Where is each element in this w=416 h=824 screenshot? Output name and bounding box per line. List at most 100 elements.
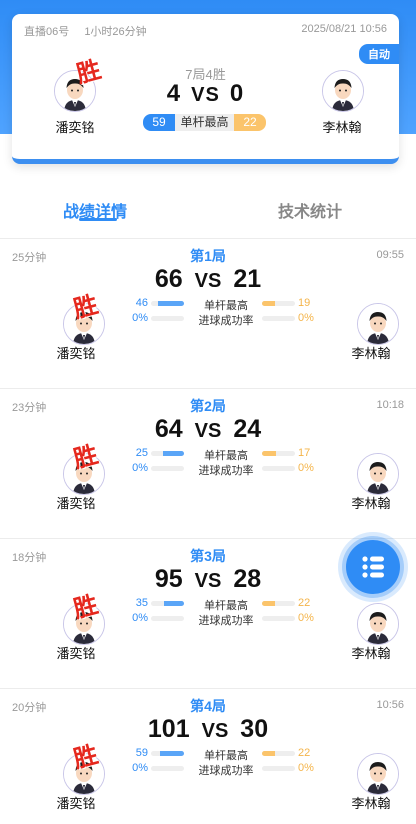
round-score-left: 64 [154, 415, 183, 443]
bar-fill-right [262, 451, 276, 456]
vs-label: VS [194, 270, 222, 292]
pot-rate-right-value: 0% [298, 312, 314, 324]
high-break-left: 59 [143, 114, 175, 131]
high-break-left-bar [151, 601, 184, 606]
high-break-left-bar [151, 301, 184, 306]
tab-active-indicator [79, 218, 117, 221]
bar-fill-right [262, 751, 276, 756]
tab-tech-stats[interactable]: 技术统计 [278, 198, 342, 222]
round-avatar-right[interactable] [357, 603, 399, 645]
bar-fill-right [262, 601, 275, 606]
match-meta: 直播06号 1小时26分钟 [24, 23, 159, 39]
high-break-label: 单杆最高 [204, 600, 248, 612]
stat-row-high-break: 46 单杆最高 19 [0, 297, 416, 312]
round-score-right: 28 [233, 565, 262, 593]
round-title: 第1局 [190, 248, 226, 264]
pot-rate-left-bar [151, 766, 184, 771]
pot-rate-left-bar [151, 616, 184, 621]
high-break-right: 22 [234, 114, 266, 131]
round-player-right-name: 李林翰 [351, 796, 391, 811]
bar-fill-left [163, 451, 184, 456]
tab-bar: 战绩详情 技术统计 [0, 186, 416, 228]
stat-row-high-break: 25 单杆最高 17 [0, 447, 416, 462]
round-avatar-right[interactable] [357, 753, 399, 795]
round-score-right: 24 [233, 415, 262, 443]
round-score: 66 VS 21 [0, 265, 416, 294]
high-break-right-bar [262, 751, 295, 756]
high-break-right-value: 22 [298, 597, 311, 609]
pot-rate-label: 进球成功率 [198, 315, 254, 327]
pot-rate-right-bar [262, 466, 295, 471]
round-title: 第4局 [190, 698, 226, 714]
floating-menu-button[interactable] [338, 532, 408, 602]
round-player-left-name: 潘奕铭 [56, 346, 96, 361]
pot-rate-left-value: 0% [132, 612, 148, 624]
round-card[interactable]: 20分钟 第4局 10:56 101 VS 30 59 单杆最高 22 0% 进球成功率 0% 胜潘奕铭… [0, 689, 416, 824]
high-break-pill: 59 单杆最高 22 [143, 114, 266, 131]
round-card[interactable]: 23分钟 第2局 10:18 64 VS 24 25 单杆最高 17 0% 进球成功率 0% 胜潘奕铭李… [0, 389, 416, 539]
high-break-right-bar [262, 601, 295, 606]
pot-rate-right-bar [262, 316, 295, 321]
round-score-left: 95 [154, 565, 183, 593]
pot-rate-left-bar [151, 466, 184, 471]
round-player-right-name: 李林翰 [351, 346, 391, 361]
pot-rate-right-value: 0% [298, 762, 314, 774]
auto-badge[interactable]: 自动 [359, 44, 399, 64]
player-avatar-icon [358, 454, 398, 494]
pot-rate-left-value: 0% [132, 762, 148, 774]
round-avatar-right[interactable] [357, 303, 399, 345]
high-break-label: 单杆最高 [204, 300, 248, 312]
round-score: 64 VS 24 [0, 415, 416, 444]
round-player-left-name: 潘奕铭 [56, 646, 96, 661]
fab-circle[interactable] [346, 540, 400, 594]
pot-rate-right-value: 0% [298, 462, 314, 474]
player-left-name: 潘奕铭 [55, 120, 95, 135]
pot-rate-label: 进球成功率 [198, 615, 254, 627]
avatar-right[interactable] [322, 70, 364, 112]
match-date: 2025/08/21 10:56 [301, 23, 387, 35]
pot-rate-right-bar [262, 616, 295, 621]
pot-rate-right-bar [262, 766, 295, 771]
round-score-left: 66 [154, 265, 183, 293]
player-avatar-icon [323, 71, 363, 111]
score-left: 4 [166, 80, 182, 107]
round-title: 第2局 [190, 398, 226, 414]
player-avatar-icon [358, 304, 398, 344]
stream-label: 直播06号 [24, 26, 70, 38]
high-break-left-value: 25 [135, 447, 148, 459]
round-player-right-name: 李林翰 [351, 646, 391, 661]
round-time: 10:56 [376, 699, 404, 711]
round-player-left-name: 潘奕铭 [56, 796, 96, 811]
pot-rate-left-value: 0% [132, 462, 148, 474]
round-player-left-name: 潘奕铭 [56, 496, 96, 511]
player-avatar-icon [358, 754, 398, 794]
bar-fill-left [163, 601, 184, 606]
vs-label: VS [194, 420, 222, 442]
pot-rate-left-bar [151, 316, 184, 321]
high-break-left-bar [151, 751, 184, 756]
round-score: 101 VS 30 [0, 715, 416, 744]
round-avatar-right[interactable] [357, 453, 399, 495]
high-break-left-value: 46 [135, 297, 148, 309]
match-summary-card: 直播06号 1小时26分钟 2025/08/21 10:56 自动 胜 潘奕铭 … [12, 14, 399, 164]
score-right: 0 [229, 80, 245, 107]
high-break-right-value: 22 [298, 747, 311, 759]
bar-fill-left [159, 751, 184, 756]
round-time: 09:55 [376, 249, 404, 261]
bar-fill-right [262, 301, 276, 306]
pot-rate-label: 进球成功率 [198, 765, 254, 777]
high-break-label: 单杆最高 [204, 750, 248, 762]
pot-rate-left-value: 0% [132, 312, 148, 324]
high-break-label: 单杆最高 [204, 450, 248, 462]
match-duration: 1小时26分钟 [84, 26, 147, 38]
round-card[interactable]: 25分钟 第1局 09:55 66 VS 21 46 单杆最高 19 0% 进球成功率 0% 胜潘奕铭李… [0, 239, 416, 389]
vs-label: VS [194, 570, 222, 592]
pot-rate-label: 进球成功率 [198, 465, 254, 477]
round-score-left: 101 [147, 715, 190, 743]
high-break-left-bar [151, 451, 184, 456]
stat-row-high-break: 59 单杆最高 22 [0, 747, 416, 762]
round-time: 10:18 [376, 399, 404, 411]
vs-label: VS [201, 720, 229, 742]
high-break-left-value: 35 [135, 597, 148, 609]
high-break-right-bar [262, 301, 295, 306]
